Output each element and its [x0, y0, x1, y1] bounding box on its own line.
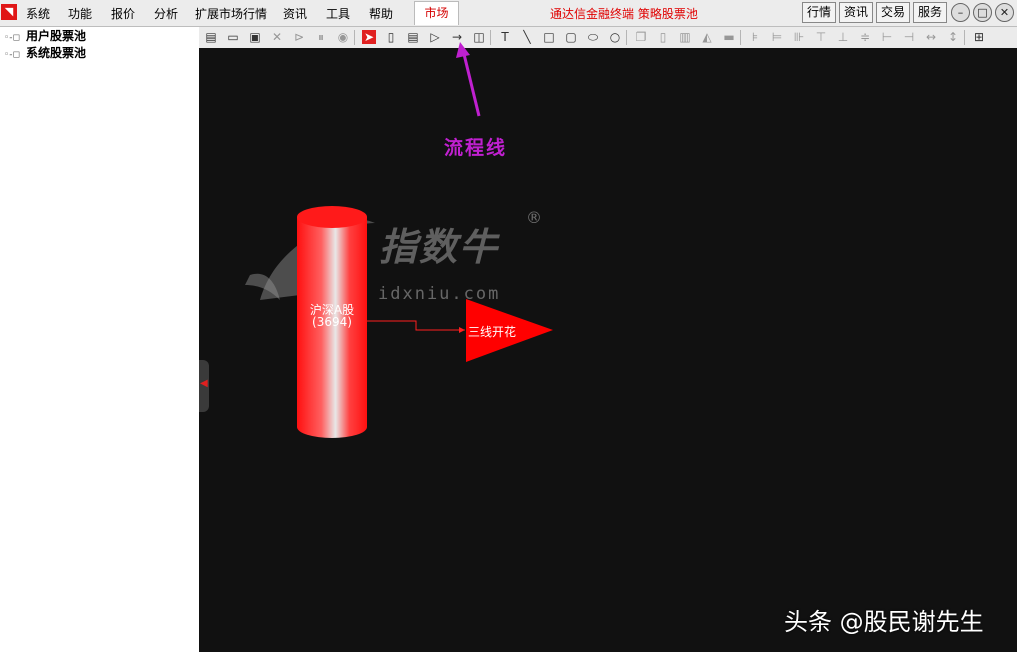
- annotation-label: 流程线: [444, 137, 508, 159]
- triangle-label: 三线开花: [467, 325, 516, 339]
- annotation-arrow: [456, 42, 481, 117]
- flow-connector[interactable]: [367, 320, 465, 333]
- footer-credit: 头条 @股民谢先生: [784, 608, 984, 636]
- cylinder-count: (3694): [312, 315, 352, 329]
